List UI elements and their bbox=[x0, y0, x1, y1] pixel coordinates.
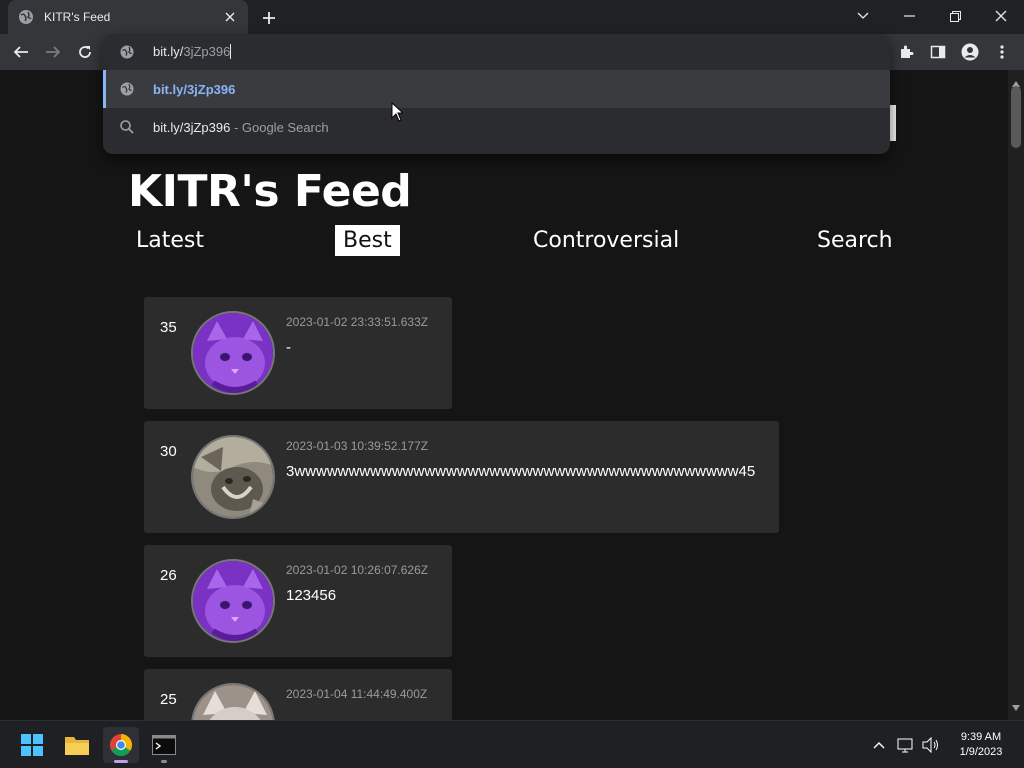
globe-icon bbox=[119, 81, 135, 97]
close-tab-icon[interactable] bbox=[222, 9, 238, 25]
page-content: KITR's Feed Latest Best Controversial Se… bbox=[0, 70, 1008, 720]
address-autocomplete: 3jZp396 bbox=[183, 44, 231, 59]
post-card[interactable]: 25 2023-01-04 11:44:49.400Z bbox=[144, 669, 452, 720]
avatar[interactable] bbox=[191, 311, 275, 395]
post-timestamp: 2023-01-04 11:44:49.400Z bbox=[286, 687, 428, 701]
address-bar[interactable]: bit.ly/3jZp396 bbox=[103, 34, 890, 70]
post-timestamp: 2023-01-02 23:33:51.633Z bbox=[286, 315, 429, 329]
page-scrollbar[interactable] bbox=[1008, 70, 1024, 720]
side-panel-icon[interactable] bbox=[925, 39, 951, 65]
nav-search[interactable]: Search bbox=[809, 225, 901, 256]
post-score: 30 bbox=[160, 443, 177, 460]
avatar[interactable] bbox=[191, 683, 275, 720]
post-timestamp: 2023-01-02 10:26:07.626Z bbox=[286, 563, 429, 577]
post-score: 26 bbox=[160, 567, 177, 584]
post-card[interactable]: 30 2023-01-03 10:39:52.177Z 3wwwwwwwwwww… bbox=[144, 421, 779, 533]
tab-strip: KITR's Feed bbox=[0, 0, 1024, 34]
post-text: 3wwwwwwwwwwwwwwwwwwwwwwwwwwwwwwwwwwwwwww… bbox=[286, 463, 756, 480]
profile-icon[interactable] bbox=[957, 39, 983, 65]
globe-icon bbox=[119, 44, 135, 60]
chrome-icon[interactable] bbox=[103, 727, 139, 763]
back-button[interactable] bbox=[8, 39, 34, 65]
suggestion-text: bit.ly/3jZp396 bbox=[153, 81, 236, 97]
avatar[interactable] bbox=[191, 559, 275, 643]
close-window-button[interactable] bbox=[978, 0, 1024, 32]
post-timestamp: 2023-01-03 10:39:52.177Z bbox=[286, 439, 429, 453]
avatar[interactable] bbox=[191, 435, 275, 519]
post-card[interactable]: 35 2023-01-02 23:33:51.633Z - bbox=[144, 297, 452, 409]
mouse-cursor-icon bbox=[391, 101, 405, 127]
forward-button[interactable] bbox=[40, 39, 66, 65]
restore-button[interactable] bbox=[932, 0, 978, 32]
suggestion-url[interactable]: bit.ly/3jZp396 bbox=[103, 70, 890, 108]
clock-date: 1/9/2023 bbox=[959, 746, 1003, 758]
post-score: 25 bbox=[160, 691, 177, 708]
post-score: 35 bbox=[160, 319, 177, 336]
extensions-icon[interactable] bbox=[893, 39, 919, 65]
post-text: 123456 bbox=[286, 587, 337, 604]
omnibox-dropdown: bit.ly/3jZp396 bit.ly/3jZp396 bit.ly/3jZ… bbox=[103, 34, 890, 154]
scrollbar-thumb[interactable] bbox=[1011, 86, 1021, 148]
suggestion-text: bit.ly/3jZp396 bbox=[153, 119, 231, 135]
post-card[interactable]: 26 2023-01-02 10:26:07.626Z 123456 bbox=[144, 545, 452, 657]
reload-button[interactable] bbox=[72, 39, 98, 65]
tab-title: KITR's Feed bbox=[44, 10, 111, 24]
nav-controversial[interactable]: Controversial bbox=[525, 225, 687, 256]
taskbar-clock[interactable]: 9:39 AM 1/9/2023 bbox=[950, 730, 1012, 760]
globe-icon bbox=[18, 9, 34, 25]
chevron-up-icon[interactable] bbox=[869, 735, 889, 755]
menu-icon[interactable] bbox=[989, 39, 1015, 65]
running-app-indicator bbox=[161, 760, 167, 763]
taskbar: 9:39 AM 1/9/2023 bbox=[0, 720, 1024, 768]
scroll-down-arrow-icon[interactable] bbox=[1012, 698, 1020, 716]
minimize-button[interactable] bbox=[886, 0, 932, 32]
nav-best[interactable]: Best bbox=[335, 225, 400, 256]
text-caret bbox=[230, 44, 232, 59]
terminal-icon[interactable] bbox=[146, 727, 182, 763]
volume-icon[interactable] bbox=[921, 735, 941, 755]
tab-search-icon[interactable] bbox=[840, 0, 886, 32]
clock-time: 9:39 AM bbox=[960, 731, 1002, 743]
active-app-indicator bbox=[114, 760, 128, 763]
site-title: KITR's Feed bbox=[128, 166, 412, 217]
start-icon[interactable] bbox=[14, 727, 50, 763]
post-text: - bbox=[286, 339, 291, 356]
file-explorer-icon[interactable] bbox=[59, 727, 95, 763]
address-input[interactable]: bit.ly/3jZp396 bbox=[153, 44, 232, 59]
nav-latest[interactable]: Latest bbox=[128, 225, 212, 256]
suggestion-subtext: - Google Search bbox=[230, 119, 329, 135]
network-icon[interactable] bbox=[896, 735, 916, 755]
search-icon bbox=[119, 119, 135, 135]
suggestion-search[interactable]: bit.ly/3jZp396 - Google Search bbox=[103, 108, 890, 146]
address-typed: bit.ly/ bbox=[153, 44, 184, 59]
new-tab-button[interactable] bbox=[258, 7, 280, 29]
browser-tab[interactable]: KITR's Feed bbox=[8, 0, 248, 34]
